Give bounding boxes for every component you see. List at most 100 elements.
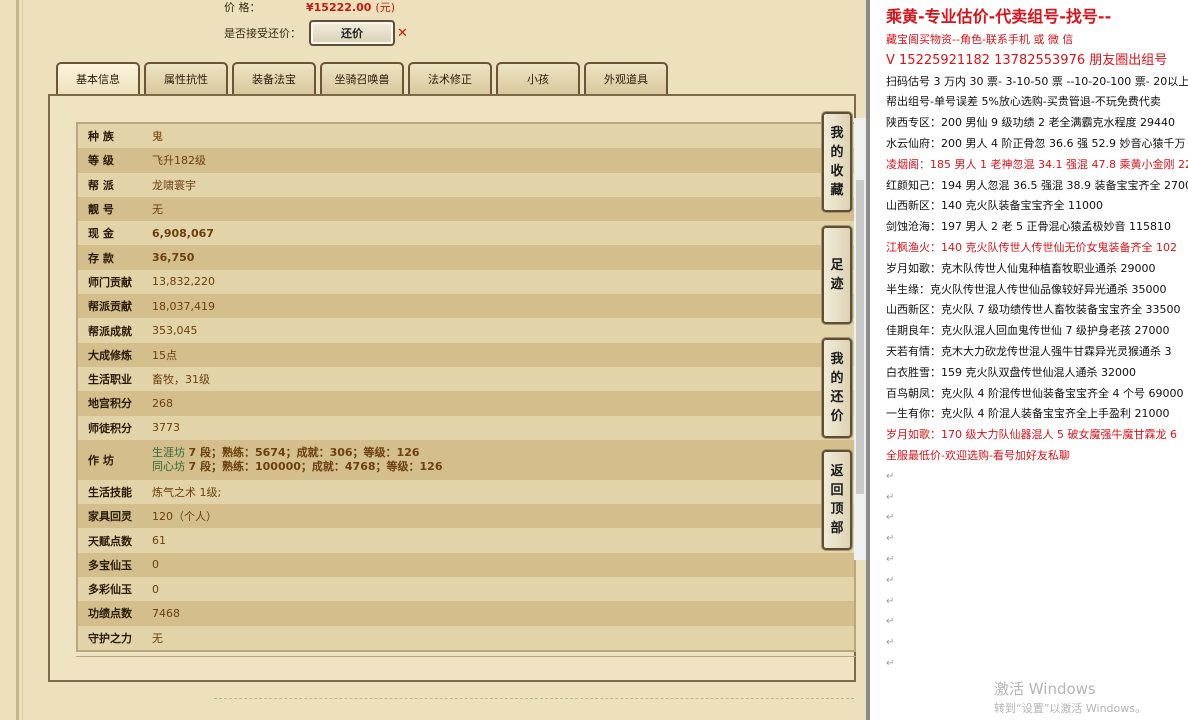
- button-char: 的: [830, 371, 844, 386]
- row-label: 作 坊: [78, 439, 152, 480]
- button-char: 足: [830, 258, 844, 273]
- tab-bar: 基本信息 属性抗性 装备法宝 坐骑召唤兽 法术修正 小孩 外观道具: [56, 62, 668, 94]
- close-icon[interactable]: ✕: [397, 26, 408, 41]
- table-row: 帮 派龙啸寰宇: [78, 172, 854, 197]
- back-to-top-button[interactable]: 返回顶部: [822, 450, 852, 550]
- button-char: 我: [830, 126, 844, 141]
- workshop-line-1: 生涯坊 7 段；熟练：5674；成就：306；等级：126: [152, 446, 854, 460]
- text-line: V 15225921182 13782553976 朋友圈出组号: [886, 52, 1168, 68]
- text-line: 红颜知己：194 男人忽混 36.5 强混 38.9 装备宝宝齐全 2700: [886, 178, 1188, 192]
- row-label: 功绩点数: [78, 601, 152, 626]
- info-table: 种 族鬼等 级飞升182级帮 派龙啸寰宇靓 号无现 金 6,908,067 存 款3…: [78, 124, 854, 650]
- price-row: 价 格： ¥15222.00 (元): [224, 0, 395, 15]
- scrollbar-thumb[interactable]: [856, 180, 864, 494]
- text-line: 天若有情：克木大力砍龙传世混人强牛甘霖异光灵猴通杀 3: [886, 344, 1172, 358]
- info-table-container: 种 族鬼等 级飞升182级帮 派龙啸寰宇靓 号无现 金 6,908,067 存 款3…: [76, 122, 856, 652]
- workshop-name-1: 生涯坊: [152, 445, 185, 459]
- empty-line: ↵: [886, 470, 895, 482]
- row-value: 268: [152, 391, 854, 416]
- workshop-detail-1: 7 段；熟练：5674；成就：306；等级：126: [188, 445, 420, 459]
- button-char: 回: [830, 483, 844, 498]
- bargain-button-label: 还价: [341, 27, 363, 40]
- frame-border-inner: [22, 0, 23, 720]
- row-value: 15点: [152, 342, 854, 367]
- my-favorites-button[interactable]: 我的收藏: [822, 112, 852, 212]
- bargain-label: 是否接受还价：: [224, 27, 301, 40]
- my-bargains-button[interactable]: 我的还价: [822, 338, 852, 438]
- button-char: 返: [830, 464, 844, 479]
- row-label: 存 款: [78, 245, 152, 270]
- text-line: 扫码估号 3 万内 30 票- 3-10-50 票 --10-20-100 票-…: [886, 74, 1188, 88]
- row-label: 师门贡献: [78, 269, 152, 295]
- table-row: 帮派贡献 18,037,419: [78, 294, 854, 319]
- footprints-button[interactable]: 足迹: [822, 226, 852, 324]
- text-line: 全服最低价-欢迎选购-看号加好友私聊: [886, 448, 1070, 462]
- text-line: 帮出组号-单号误差 5%放心选购-买贵管退-不玩免费代卖: [886, 95, 1161, 109]
- tab-2[interactable]: 装备法宝: [232, 62, 316, 94]
- tab-1[interactable]: 属性抗性: [144, 62, 228, 94]
- table-row: 帮派成就 353,045: [78, 318, 854, 343]
- workshop-name-2: 同心坊: [152, 459, 185, 473]
- button-char: 价: [830, 409, 844, 424]
- button-char: 收: [830, 164, 844, 179]
- empty-line: ↵: [886, 616, 895, 628]
- row-value: 61: [152, 528, 854, 553]
- row-label: 天赋点数: [78, 528, 152, 553]
- row-label: 帮派成就: [78, 318, 152, 343]
- row-value: 0: [152, 552, 854, 578]
- row-value: 120（个人）: [152, 504, 854, 529]
- empty-line: ↵: [886, 533, 895, 545]
- row-value: 无: [152, 196, 854, 222]
- table-row: 靓 号无: [78, 196, 854, 222]
- table-row: 生活技能 炼气之术 1级;: [78, 479, 854, 505]
- game-panel: 价 格： ¥15222.00 (元) 是否接受还价： 还价 ✕ 基本信息 属性抗性…: [0, 0, 866, 720]
- empty-line: ↵: [886, 491, 895, 503]
- tab-6[interactable]: 外观道具: [584, 62, 668, 94]
- panel-bottom: [76, 656, 856, 676]
- row-label: 大成修炼: [78, 342, 152, 367]
- frame-border: [16, 0, 19, 720]
- row-value: 无: [152, 625, 854, 650]
- row-label: 守护之力: [78, 625, 152, 650]
- row-label: 家具回灵: [78, 504, 152, 529]
- row-label: 多彩仙玉: [78, 577, 152, 602]
- table-row: 多宝仙玉 0: [78, 552, 854, 578]
- table-row: 天赋点数 61: [78, 528, 854, 553]
- text-line: 一生有你：克火队 4 阶混人装备宝宝齐全上手盈利 21000: [886, 407, 1170, 421]
- button-char: 顶: [830, 502, 844, 517]
- tab-5[interactable]: 小孩: [496, 62, 580, 94]
- table-row: 家具回灵 120（个人）: [78, 504, 854, 529]
- row-value: 6,908,067: [152, 221, 854, 246]
- button-char: 部: [830, 521, 844, 536]
- row-value: 353,045: [152, 318, 854, 343]
- button-char: 藏: [830, 183, 844, 198]
- button-char: 我: [830, 352, 844, 367]
- table-row: 现 金 6,908,067: [78, 221, 854, 246]
- row-label: 生活技能: [78, 479, 152, 505]
- bargain-button[interactable]: 还价: [309, 20, 395, 46]
- text-line: 剑蚀沧海：197 男人 2 老 5 正骨混心猿孟极妙音 115810: [886, 220, 1171, 234]
- table-row: 守护之力无: [78, 625, 854, 650]
- row-label: 帮派贡献: [78, 294, 152, 319]
- price-value: ¥15222.00: [306, 0, 372, 14]
- text-line: 陕西专区：200 男仙 9 级功绩 2 老全满霸克水程度 29440: [886, 116, 1175, 130]
- row-label: 靓 号: [78, 196, 152, 222]
- row-value: 7468: [152, 601, 854, 626]
- row-value: 畜牧，31级: [152, 366, 854, 392]
- activation-watermark: 激活 Windows: [994, 680, 1096, 698]
- text-panel: 乘黄-专业估价-代卖组号-找号-- 藏宝阁买物资--角色-联系手机 或 微 信 V…: [866, 0, 1188, 720]
- table-row: 生活职业 畜牧，31级: [78, 366, 854, 392]
- scrollbar[interactable]: [854, 118, 866, 560]
- row-label: 等 级: [78, 148, 152, 173]
- tab-0[interactable]: 基本信息: [56, 62, 140, 94]
- button-char: 还: [830, 390, 844, 405]
- table-row: 地宫积分 268: [78, 391, 854, 416]
- row-value: 龙啸寰宇: [152, 172, 854, 197]
- table-row: 功绩点数 7468: [78, 601, 854, 626]
- row-label: 帮 派: [78, 172, 152, 197]
- row-label: 多宝仙玉: [78, 552, 152, 578]
- tab-3[interactable]: 坐骑召唤兽: [320, 62, 404, 94]
- row-value: 0: [152, 577, 854, 602]
- panel-title: 乘黄-专业估价-代卖组号-找号--: [886, 7, 1112, 26]
- tab-4[interactable]: 法术修正: [408, 62, 492, 94]
